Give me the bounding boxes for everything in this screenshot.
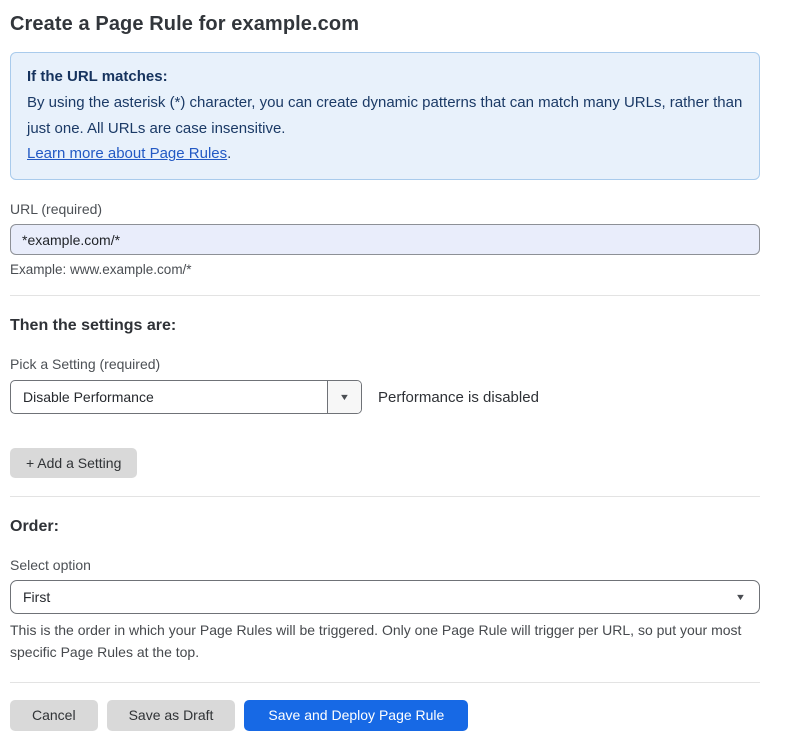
form-actions: Cancel Save as Draft Save and Deploy Pag… [10, 700, 760, 731]
learn-more-link[interactable]: Learn more about Page Rules [27, 145, 227, 162]
page-title: Create a Page Rule for example.com [10, 13, 760, 36]
url-match-info-box: If the URL matches: By using the asteris… [10, 52, 760, 180]
url-field-label: URL (required) [10, 201, 760, 217]
url-input[interactable] [10, 224, 760, 255]
chevron-down-icon: ▼ [339, 393, 350, 402]
setting-row: Disable Performance ▼ Performance is dis… [10, 380, 760, 414]
order-select[interactable]: First ▼ [10, 580, 760, 614]
pick-setting-label: Pick a Setting (required) [10, 356, 760, 372]
info-box-heading: If the URL matches: [27, 64, 743, 90]
setting-select[interactable]: Disable Performance ▼ [10, 380, 362, 414]
divider [10, 295, 760, 296]
page-rule-form: Create a Page Rule for example.com If th… [0, 0, 790, 731]
info-box-body: By using the asterisk (*) character, you… [27, 90, 743, 142]
link-suffix: . [227, 145, 231, 162]
order-select-label: Select option [10, 557, 760, 573]
cancel-button[interactable]: Cancel [10, 700, 98, 731]
order-select-value: First [23, 589, 50, 605]
url-example-text: Example: www.example.com/* [10, 262, 760, 277]
info-box-link-line: Learn more about Page Rules. [27, 141, 743, 167]
chevron-down-icon: ▼ [735, 593, 746, 602]
setting-select-arrow-button[interactable]: ▼ [327, 381, 361, 413]
order-section-heading: Order: [10, 518, 760, 536]
divider [10, 682, 760, 683]
order-help-text: This is the order in which your Page Rul… [10, 620, 750, 663]
add-setting-button[interactable]: + Add a Setting [10, 448, 137, 478]
setting-status-text: Performance is disabled [378, 389, 539, 406]
settings-section-heading: Then the settings are: [10, 317, 760, 335]
divider [10, 496, 760, 497]
save-and-deploy-button[interactable]: Save and Deploy Page Rule [244, 700, 468, 731]
setting-select-value: Disable Performance [11, 381, 327, 413]
save-as-draft-button[interactable]: Save as Draft [107, 700, 236, 731]
